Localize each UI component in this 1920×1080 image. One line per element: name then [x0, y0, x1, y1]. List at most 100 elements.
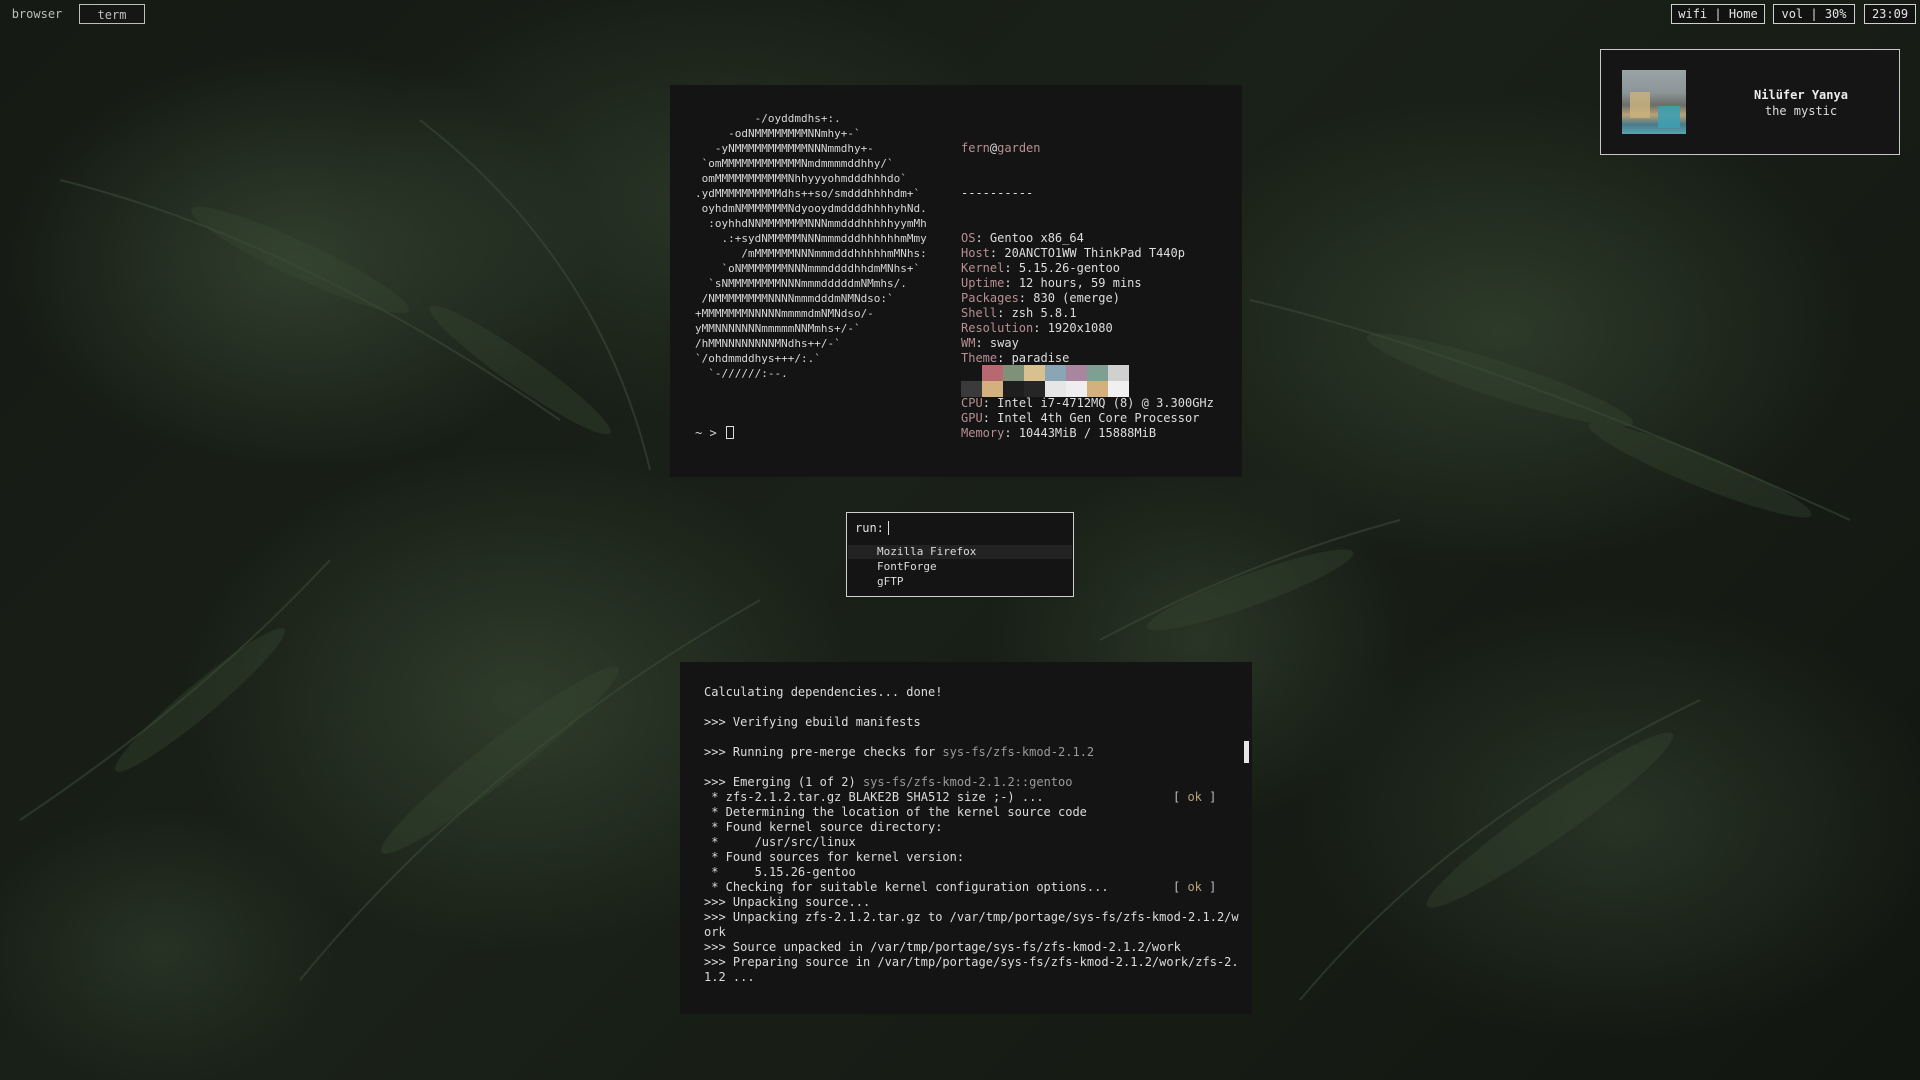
palette-swatch	[1087, 381, 1108, 397]
info-value: 20ANCTO1WW ThinkPad T440p	[1004, 246, 1185, 260]
info-row-wm: WM: sway	[961, 336, 1019, 350]
emerge-line	[704, 760, 1239, 775]
artist-name: Nilüfer Yanya	[1754, 88, 1848, 102]
palette-swatch	[1045, 365, 1066, 381]
ascii-logo-line: /mMMMMMMNNNmmmdddhhhhhmMNhs:	[695, 247, 927, 260]
scrollbar-thumb[interactable]	[1244, 741, 1249, 763]
info-key: OS	[961, 231, 976, 245]
palette-swatch	[982, 381, 1003, 397]
palette-swatch	[1108, 365, 1129, 381]
color-palette	[961, 365, 1129, 397]
ascii-logo-line: /NMMMMMMMMNNNNmmmdddmNMNdso:`	[695, 292, 894, 305]
palette-swatch	[1045, 381, 1066, 397]
info-key: Memory	[961, 426, 1005, 440]
palette-swatch	[961, 381, 982, 397]
now-playing-widget[interactable]: Nilüfer Yanya the mystic	[1600, 49, 1900, 155]
emerge-line: >>> Preparing source in /var/tmp/portage…	[704, 955, 1239, 969]
info-value: Gentoo x86_64	[989, 231, 1084, 245]
ok-status: [ ok ]	[1173, 880, 1217, 894]
volume-status[interactable]: vol | 30%	[1773, 4, 1855, 24]
terminal-window-emerge[interactable]: Calculating dependencies... done! >>> Ver…	[680, 662, 1252, 1014]
launcher-option-firefox[interactable]: Mozilla Firefox	[848, 545, 1072, 559]
terminal-window-neofetch[interactable]: -/oyddmdhs+:. -odNMMMMMMMMNNmhy+-` -yNMM…	[670, 85, 1242, 477]
emerge-line: * Found kernel source directory:	[704, 820, 943, 834]
info-row-os: OS: Gentoo x86_64	[961, 231, 1084, 245]
palette-swatch	[1003, 365, 1024, 381]
launcher-option-gftp[interactable]: gFTP	[848, 575, 1072, 589]
info-key: Packages	[961, 291, 1019, 305]
ascii-logo-line: -yNMMMMMMMMMMMNNNmmdhy+-	[695, 142, 874, 155]
emerge-line: >>> Unpacking zfs-2.1.2.tar.gz to /var/t…	[704, 910, 1239, 924]
text-cursor	[725, 426, 734, 439]
wifi-status[interactable]: wifi | Home	[1671, 4, 1765, 24]
info-value: 1920x1080	[1047, 321, 1113, 335]
info-key: Shell	[961, 306, 998, 320]
info-row-uptime: Uptime: 12 hours, 59 mins	[961, 276, 1142, 290]
info-separator: ----------	[961, 186, 1034, 200]
system-info: fern@garden ---------- OS: Gentoo x86_64…	[961, 111, 1214, 471]
ascii-logo-line: oyhdmNMMMMMMMNdyooydmddddhhhhyhNd.	[695, 202, 927, 215]
emerge-line: * /usr/src/linux	[704, 835, 856, 849]
ascii-logo-line: omMMMMMMMMMMMNhhyyyohmdddhhhdo`	[695, 172, 907, 185]
info-value: 5.15.26-gentoo	[1018, 261, 1120, 275]
emerge-line: ork	[704, 925, 726, 939]
workspace-browser[interactable]: browser	[6, 4, 68, 24]
info-value: Intel i7-4712MQ (8) @ 3.300GHz	[997, 396, 1214, 410]
run-launcher[interactable]: run: Mozilla Firefox FontForge gFTP	[846, 512, 1074, 597]
ascii-logo-line: .ydMMMMMMMMMMdhs++so/smdddhhhhdm+`	[695, 187, 921, 200]
palette-swatch	[1108, 381, 1129, 397]
info-key: Kernel	[961, 261, 1005, 275]
info-row-resolution: Resolution: 1920x1080	[961, 321, 1113, 335]
info-value: Intel 4th Gen Core Processor	[997, 411, 1200, 425]
emerge-line: * 5.15.26-gentoo	[704, 865, 856, 879]
package-atom: sys-fs/zfs-kmod-2.1.2::gentoo	[862, 775, 1073, 789]
shell-prompt[interactable]: ~ >	[695, 426, 734, 440]
info-value: zsh 5.8.1	[1011, 306, 1077, 320]
palette-swatch	[1024, 381, 1045, 397]
info-value: sway	[989, 336, 1019, 350]
ascii-logo-line: `sNMMMMMMMMNNNmmmdddddmNMmhs/.	[695, 277, 907, 290]
emerge-line: >>> Verifying ebuild manifests	[704, 715, 921, 729]
info-row-shell: Shell: zsh 5.8.1	[961, 306, 1077, 320]
ascii-logo-line: /hMMNNNNNNNNMNdhs++/-`	[695, 337, 841, 350]
ascii-logo-line: -/oyddmdhs+:.	[695, 112, 841, 125]
gentoo-ascii-logo: -/oyddmdhs+:. -odNMMMMMMMMNNmhy+-` -yNMM…	[695, 111, 927, 381]
track-title: the mystic	[1764, 104, 1838, 118]
ascii-logo-line: `/ohdmmddhys+++/:.`	[695, 352, 821, 365]
input-caret	[887, 521, 889, 535]
ascii-logo-line: `-//////:--.	[695, 367, 788, 380]
info-row-kernel: Kernel: 5.15.26-gentoo	[961, 261, 1120, 275]
ascii-logo-line: +MMMMMMMNNNNNmmmmdmNMNdso/-	[695, 307, 874, 320]
emerge-line: * Found sources for kernel version:	[704, 850, 965, 864]
emerge-line: >>> Source unpacked in /var/tmp/portage/…	[704, 940, 1181, 954]
info-row-cpu: CPU: Intel i7-4712MQ (8) @ 3.300GHz	[961, 396, 1214, 410]
emerge-line	[704, 700, 1239, 715]
info-value: 12 hours, 59 mins	[1018, 276, 1142, 290]
palette-swatch	[1066, 365, 1087, 381]
workspace-term[interactable]: term	[79, 4, 145, 24]
info-key: GPU	[961, 411, 983, 425]
info-key: Resolution	[961, 321, 1034, 335]
ascii-logo-line: -odNMMMMMMMMNNmhy+-`	[695, 127, 861, 140]
info-key: Host	[961, 246, 990, 260]
emerge-output: Calculating dependencies... done! >>> Ver…	[704, 685, 1239, 985]
user-host: fern@garden	[961, 141, 1041, 155]
emerge-line: >>> Running pre-merge checks for sys-fs/…	[704, 745, 1095, 759]
emerge-line: Calculating dependencies... done!	[704, 685, 943, 699]
info-row-packages: Packages: 830 (emerge)	[961, 291, 1120, 305]
palette-swatch	[1087, 365, 1108, 381]
album-cover	[1622, 70, 1686, 134]
palette-swatch	[1003, 381, 1024, 397]
emerge-line: * Determining the location of the kernel…	[704, 805, 1087, 819]
emerge-line: >>> Emerging (1 of 2) sys-fs/zfs-kmod-2.…	[704, 775, 1073, 789]
emerge-line: * zfs-2.1.2.tar.gz BLAKE2B SHA512 size ;…	[704, 790, 1217, 804]
launcher-input[interactable]: run:	[855, 521, 889, 535]
ascii-logo-line: :oyhhdNNMMMMMMMNNNmmdddhhhhhyymMh	[695, 217, 927, 230]
launcher-option-fontforge[interactable]: FontForge	[848, 560, 1072, 574]
clock: 23:09	[1864, 4, 1916, 24]
ascii-logo-line: .:+sydNMMMMMNNNmmmdddhhhhhhmMmy	[695, 232, 927, 245]
info-row-gpu: GPU: Intel 4th Gen Core Processor	[961, 411, 1200, 425]
palette-swatch	[1066, 381, 1087, 397]
info-key: Theme	[961, 351, 998, 365]
emerge-line: * Checking for suitable kernel configura…	[704, 880, 1217, 894]
